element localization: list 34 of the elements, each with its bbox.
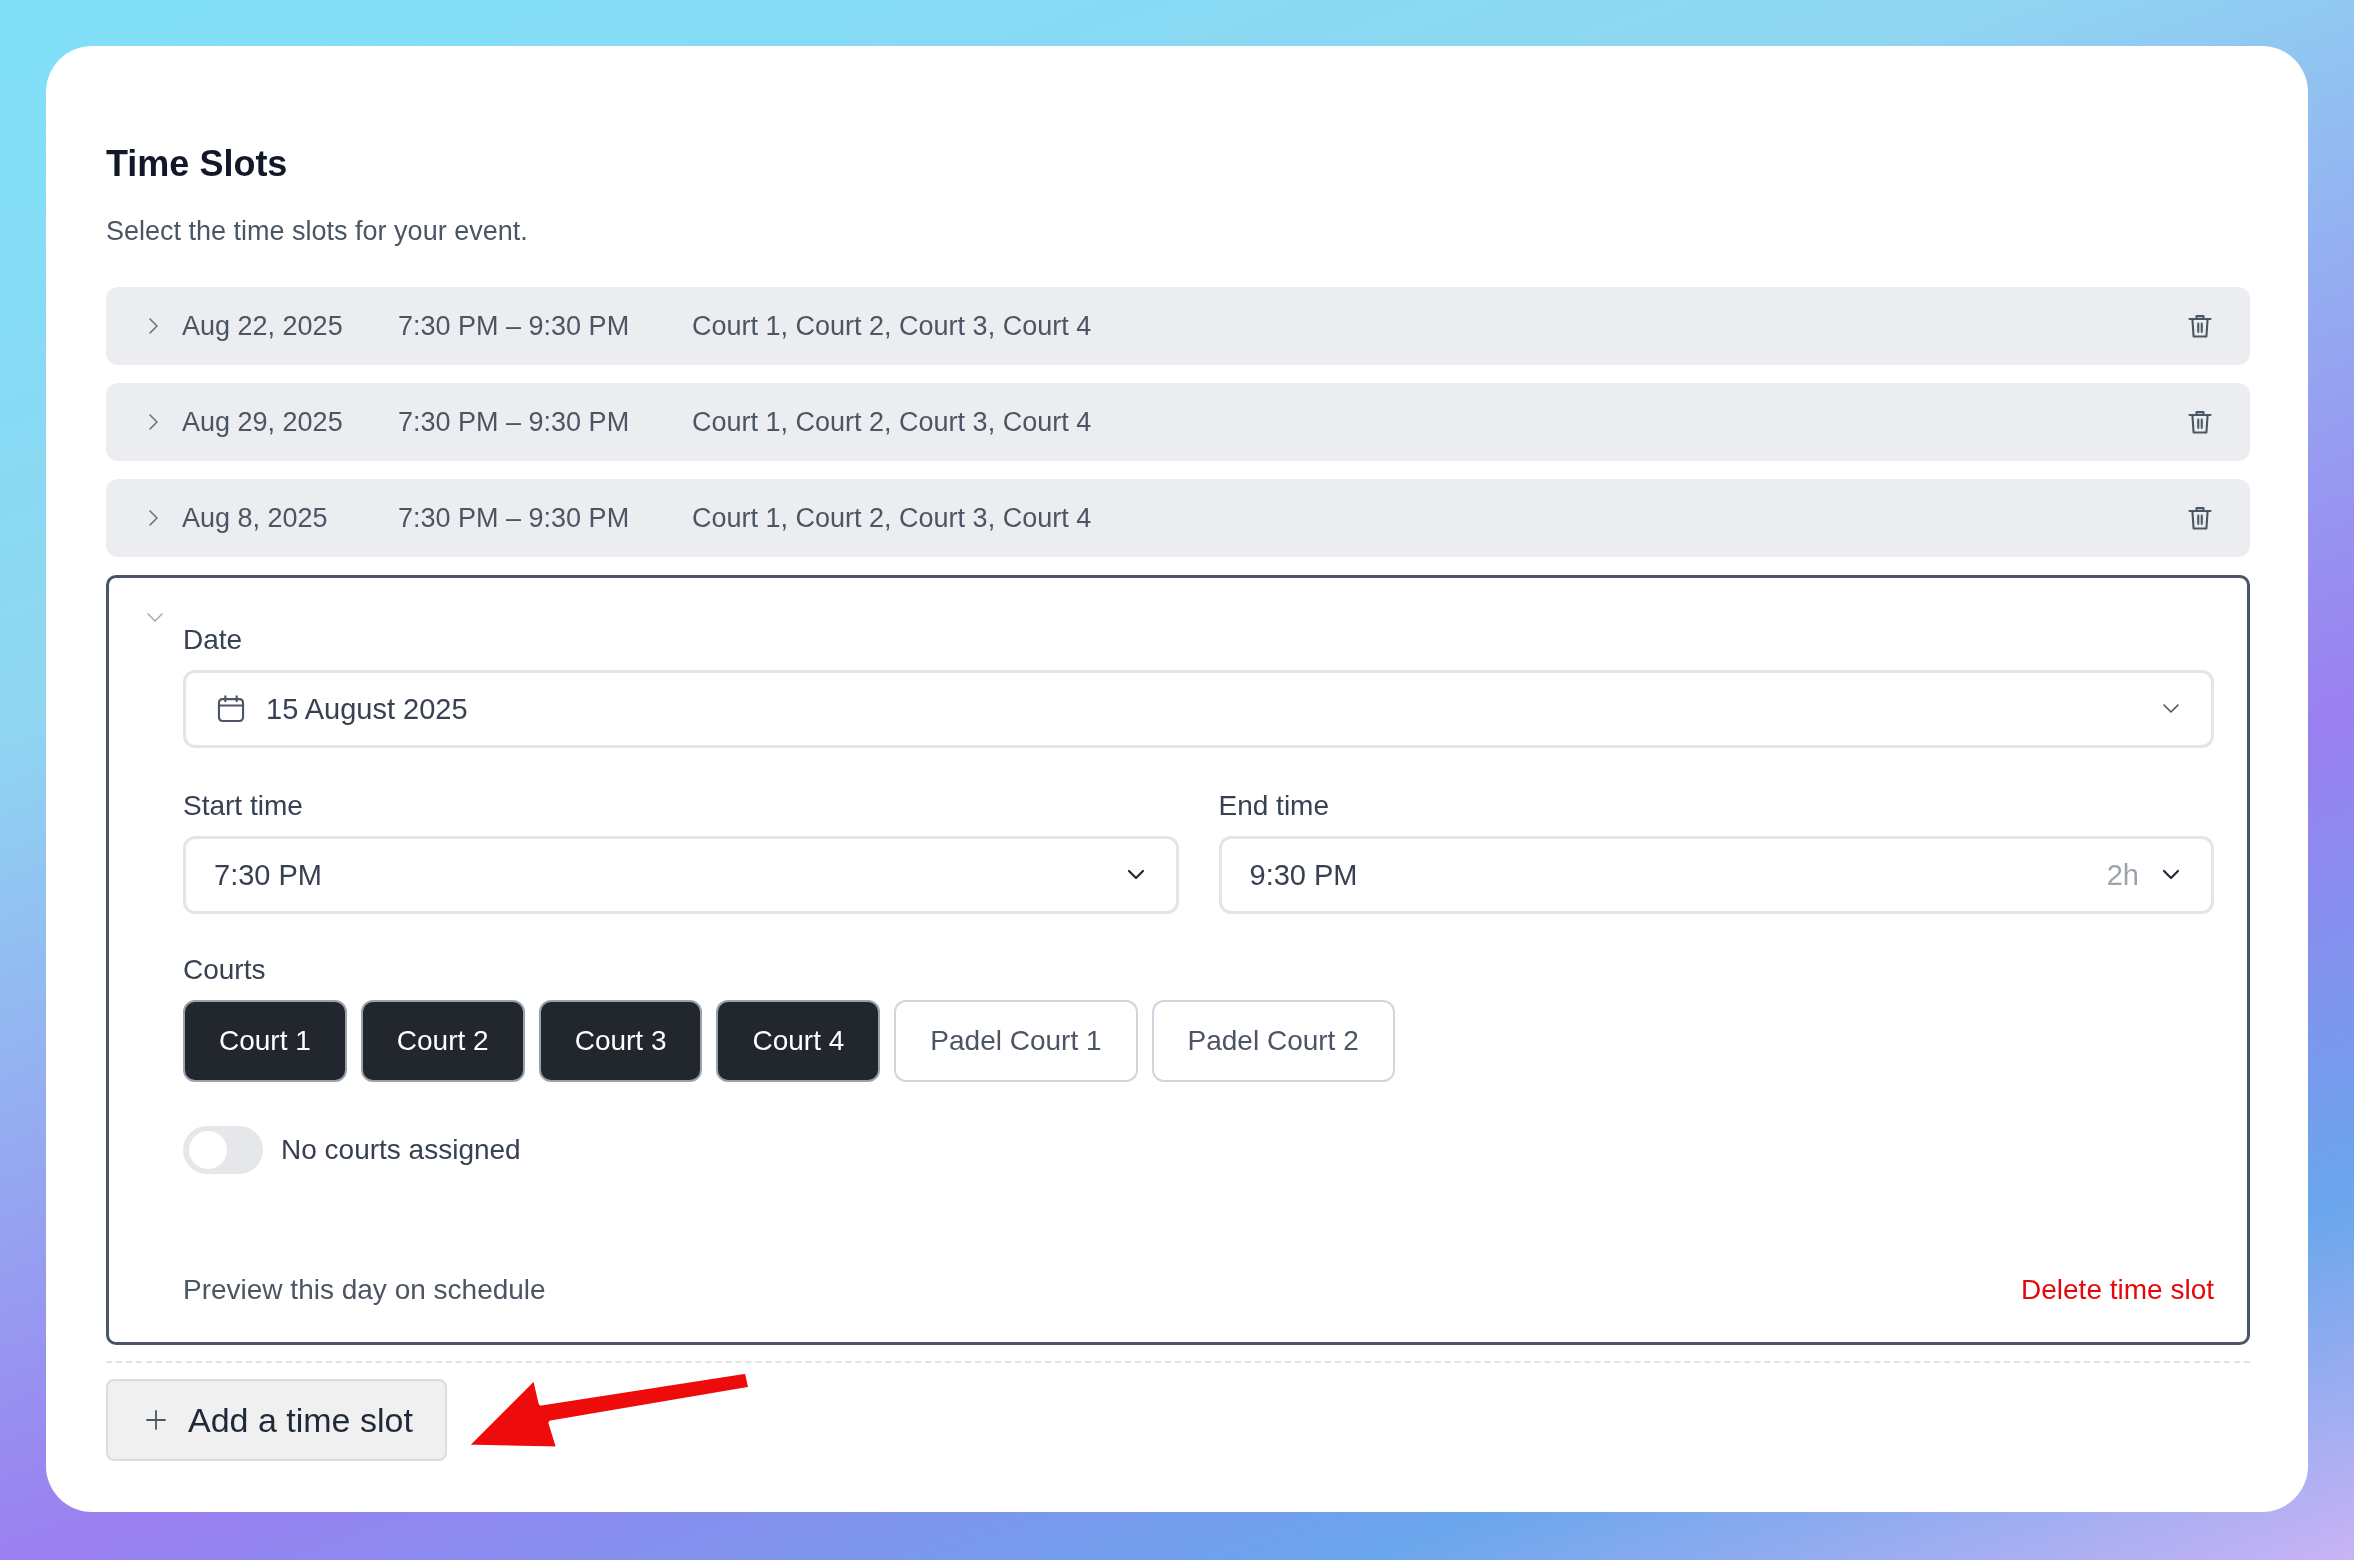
slot-date: Aug 29, 2025 (182, 406, 344, 438)
date-field[interactable]: 15 August 2025 (183, 670, 2214, 748)
toggle-switch[interactable] (183, 1126, 263, 1174)
field-label: Date (183, 624, 243, 656)
start-time-select[interactable]: 7:30 PM (183, 836, 1179, 914)
section-title: Time Slots (106, 142, 288, 186)
time-slot-row[interactable]: Aug 22, 2025 7:30 PM – 9:30 PM Court 1, Court 2, Court 3, Court 4 (106, 287, 2250, 365)
time-slot-row[interactable]: Aug 8, 2025 7:30 PM – 9:30 PM Court 1, Court 2, Court 3, Court 4 (106, 479, 2250, 557)
slot-time: 7:30 PM – 9:30 PM (398, 406, 631, 438)
court-chip[interactable]: Court 3 (538, 1000, 703, 1082)
slot-date: Aug 8, 2025 (182, 502, 329, 534)
slot-time: 7:30 PM – 9:30 PM (398, 502, 631, 534)
slot-date: Aug 22, 2025 (182, 310, 344, 342)
end-time-select[interactable]: 9:30 PM 2h (1218, 836, 2214, 914)
delete-link[interactable]: Delete time slot (2021, 1274, 2214, 1306)
court-chip[interactable]: Padel Court 1 (894, 1000, 1138, 1082)
preview-link[interactable]: Preview this day on schedule (183, 1274, 546, 1306)
slot-time: 7:30 PM – 9:30 PM (398, 310, 631, 342)
slot-courts: Court 1, Court 2, Court 3, Court 4 (692, 406, 1092, 438)
add-time-slot-button[interactable]: Add a time slot (106, 1379, 447, 1461)
court-chip[interactable]: Court 4 (716, 1000, 881, 1082)
toggle-label: No courts assigned (281, 1134, 521, 1166)
field-label: Courts (183, 954, 266, 986)
court-chip[interactable]: Court 1 (183, 1000, 347, 1082)
section-description: Select the time slots for your event. (106, 216, 528, 247)
court-chip[interactable]: Padel Court 2 (1151, 1000, 1395, 1082)
time-slot-row[interactable]: Aug 29, 2025 7:30 PM – 9:30 PM Court 1, Court 2, Court 3, Court 4 (106, 383, 2250, 461)
field-label: Start time (183, 790, 303, 822)
duration-text: 2h (2106, 858, 2139, 892)
plus-icon (144, 1408, 168, 1432)
slot-courts: Court 1, Court 2, Court 3, Court 4 (692, 310, 1092, 342)
court-chip[interactable]: Court 2 (360, 1000, 525, 1082)
slot-courts: Court 1, Court 2, Court 3, Court 4 (692, 502, 1092, 534)
field-label: End time (1218, 790, 1329, 822)
